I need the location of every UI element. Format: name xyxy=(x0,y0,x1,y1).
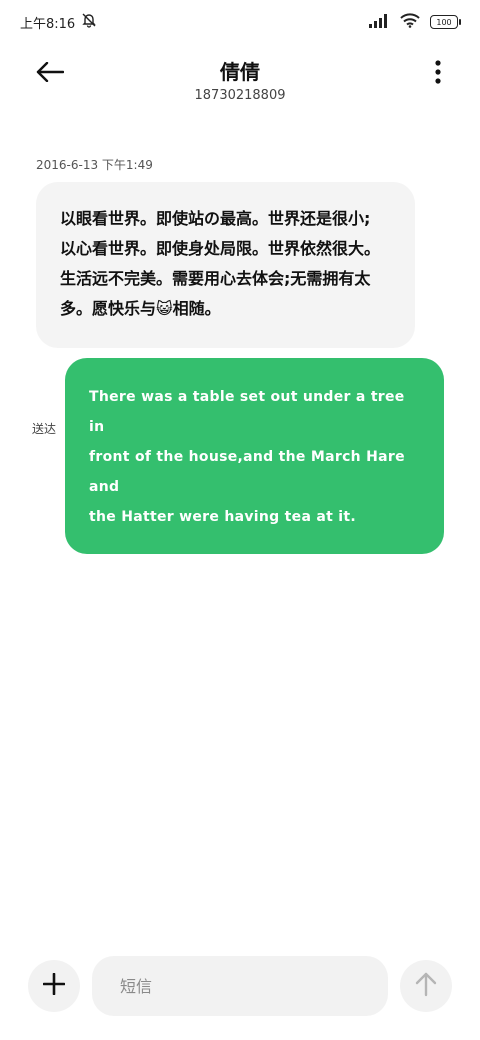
message-line: There was a table set out under a tree i… xyxy=(89,389,405,435)
send-arrow-icon xyxy=(415,971,437,1001)
add-attachment-button[interactable] xyxy=(28,960,80,1012)
message-line: front of the house,and the March Hare an… xyxy=(89,449,405,495)
status-left: 上午8:16 xyxy=(20,12,97,32)
incoming-message-bubble[interactable]: 以眼看世界。即使站の最高。世界还是很小; 以心看世界。即使身处局限。世界依然很大… xyxy=(36,182,415,348)
plus-icon xyxy=(42,972,66,999)
message-line: 以眼看世界。即使站の最高。世界还是很小; xyxy=(60,209,371,228)
message-line: 生活远不完美。需要用心去体会;无需拥有太 xyxy=(60,269,371,288)
conversation-header: 倩倩 18730218809 xyxy=(0,46,480,110)
wifi-icon xyxy=(400,12,420,32)
status-bar: 上午8:16 100 xyxy=(0,0,480,44)
message-composer xyxy=(0,955,480,1017)
message-line: the Hatter were having tea at it. xyxy=(89,509,356,525)
delivery-status: 送达 xyxy=(32,422,57,436)
status-time: 上午8:16 xyxy=(20,16,76,32)
more-options-button[interactable] xyxy=(422,52,454,96)
message-timestamp: 2016-6-13 下午1:49 xyxy=(36,158,153,172)
more-vertical-icon xyxy=(435,60,441,88)
send-button[interactable] xyxy=(400,960,452,1012)
bell-off-icon xyxy=(81,12,97,32)
outgoing-message-bubble[interactable]: There was a table set out under a tree i… xyxy=(65,358,444,554)
message-line: 多。愿快乐与😺相随。 xyxy=(60,299,221,318)
message-line: 以心看世界。即使身处局限。世界依然很大。 xyxy=(60,239,381,258)
signal-icon xyxy=(368,13,390,32)
contact-number: 18730218809 xyxy=(194,88,286,103)
status-right: 100 xyxy=(368,12,461,32)
contact-name: 倩倩 xyxy=(220,60,260,84)
messaging-screen: 上午8:16 100 倩倩 18730218809 2016-6-13 下午1:… xyxy=(0,0,480,1040)
message-input[interactable] xyxy=(92,956,388,1016)
battery-icon: 100 xyxy=(430,15,461,29)
battery-level: 100 xyxy=(436,17,452,27)
